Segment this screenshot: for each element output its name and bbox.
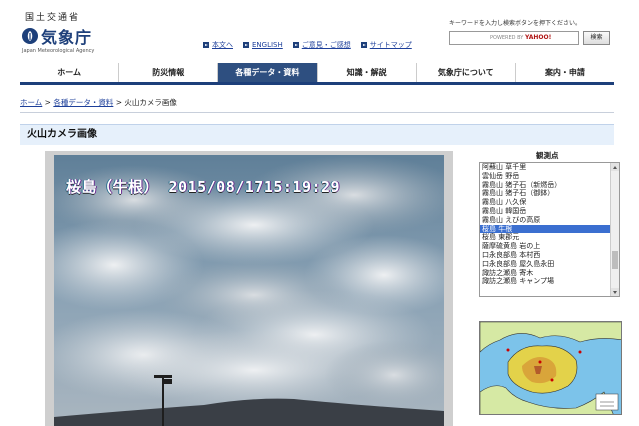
breadcrumb-home[interactable]: ホーム bbox=[20, 98, 42, 107]
list-item[interactable]: 雲仙岳 野岳 bbox=[480, 172, 610, 181]
list-item[interactable]: 薩摩硫黄島 岩の上 bbox=[480, 242, 610, 251]
arrow-square-icon bbox=[292, 42, 299, 48]
page-title: 火山カメラ画像 bbox=[27, 129, 97, 140]
list-item[interactable]: 阿蘇山 草千里 bbox=[480, 163, 610, 172]
search-button[interactable]: 検索 bbox=[583, 31, 610, 45]
arrow-square-icon bbox=[243, 42, 249, 48]
utility-links: 本文へ ENGLISH ご意見・ご感想 サイトマップ bbox=[203, 40, 412, 50]
search-brand: YAHOO! bbox=[524, 34, 552, 41]
english-link[interactable]: ENGLISH bbox=[243, 40, 283, 50]
search-hint: キーワードを入力し検索ボタンを押下ください。 bbox=[449, 20, 582, 27]
agency-name-en: Japan Meteorological Agency bbox=[22, 48, 95, 54]
list-item[interactable]: 口永良部島 本村西 bbox=[480, 251, 610, 260]
list-item[interactable]: 霧島山 韓国岳 bbox=[480, 207, 610, 216]
global-nav: ホーム 防災情報 各種データ・資料 知識・解説 気象庁について 案内・申請 bbox=[20, 63, 614, 85]
breadcrumb-separator: > bbox=[113, 98, 125, 107]
breadcrumb: ホーム > 各種データ・資料 > 火山カメラ画像 bbox=[20, 97, 177, 108]
arrow-square-icon bbox=[360, 42, 367, 48]
volcano-camera-image: 桜島（牛根） 2015/08/1715:19:29 bbox=[54, 155, 444, 426]
list-item[interactable]: 諏訪之瀬島 寄木 bbox=[480, 269, 610, 278]
arrow-square-icon bbox=[203, 42, 209, 48]
link-label: 本文へ bbox=[212, 41, 233, 49]
agency-name: 気象庁 bbox=[41, 28, 93, 47]
list-item[interactable]: 霧島山 えびの高原 bbox=[480, 216, 610, 225]
list-item[interactable]: 諏訪之瀬島 キャンプ場 bbox=[480, 277, 610, 286]
list-scrollbar[interactable] bbox=[610, 163, 619, 296]
scroll-down-icon[interactable] bbox=[611, 288, 619, 296]
scroll-up-icon[interactable] bbox=[611, 163, 619, 171]
skip-to-content-link[interactable]: 本文へ bbox=[203, 40, 233, 50]
link-label: ご意見・ご感想 bbox=[301, 41, 351, 49]
list-item[interactable]: 桜島 東郡元 bbox=[480, 233, 610, 242]
observation-label: 観測点 bbox=[536, 151, 559, 160]
breadcrumb-current: 火山カメラ画像 bbox=[124, 98, 177, 107]
page-title-bar: 火山カメラ画像 bbox=[20, 124, 614, 145]
nav-item-data[interactable]: 各種データ・資料 bbox=[217, 63, 317, 82]
nav-item-home[interactable]: ホーム bbox=[20, 63, 118, 82]
breadcrumb-data[interactable]: 各種データ・資料 bbox=[53, 98, 113, 107]
divider bbox=[20, 112, 614, 113]
search-input[interactable]: POWERED BY YAHOO! bbox=[449, 31, 579, 45]
jma-logo[interactable]: 国土交通省 気象庁 Japan Meteorological Agency bbox=[20, 8, 110, 58]
camera-timestamp: 桜島（牛根） 2015/08/1715:19:29 bbox=[66, 178, 341, 196]
list-item[interactable]: 霧島山 猪子石（新燃岳） bbox=[480, 181, 610, 190]
feedback-link[interactable]: ご意見・ご感想 bbox=[292, 40, 351, 50]
nav-item-knowledge[interactable]: 知識・解説 bbox=[316, 63, 416, 82]
link-label: ENGLISH bbox=[252, 41, 283, 49]
list-item[interactable]: 口永良部島 屋久島永田 bbox=[480, 260, 610, 269]
camera-frame: 桜島（牛根） 2015/08/1715:19:29 bbox=[45, 151, 453, 426]
link-label: サイトマップ bbox=[369, 41, 412, 49]
sitemap-link[interactable]: サイトマップ bbox=[360, 40, 412, 50]
breadcrumb-separator: > bbox=[42, 98, 54, 107]
list-item[interactable]: 霧島山 八久保 bbox=[480, 198, 610, 207]
list-item-selected[interactable]: 桜島 牛根 bbox=[480, 224, 610, 234]
scroll-thumb[interactable] bbox=[612, 251, 618, 269]
jma-emblem-icon bbox=[22, 28, 38, 44]
nav-item-about[interactable]: 気象庁について bbox=[415, 63, 515, 82]
ministry-name: 国土交通省 bbox=[25, 13, 81, 23]
nav-item-disaster-info[interactable]: 防災情報 bbox=[118, 63, 217, 82]
location-map bbox=[479, 321, 622, 415]
list-item[interactable]: 霧島山 猪子石（御鉢） bbox=[480, 189, 610, 198]
nav-item-guidance[interactable]: 案内・申請 bbox=[514, 63, 614, 82]
observation-point-list[interactable]: 阿蘇山 草千里 雲仙岳 野岳 霧島山 猪子石（新燃岳） 霧島山 猪子石（御鉢） … bbox=[479, 162, 620, 297]
search-powered-by: POWERED BY bbox=[490, 35, 524, 41]
